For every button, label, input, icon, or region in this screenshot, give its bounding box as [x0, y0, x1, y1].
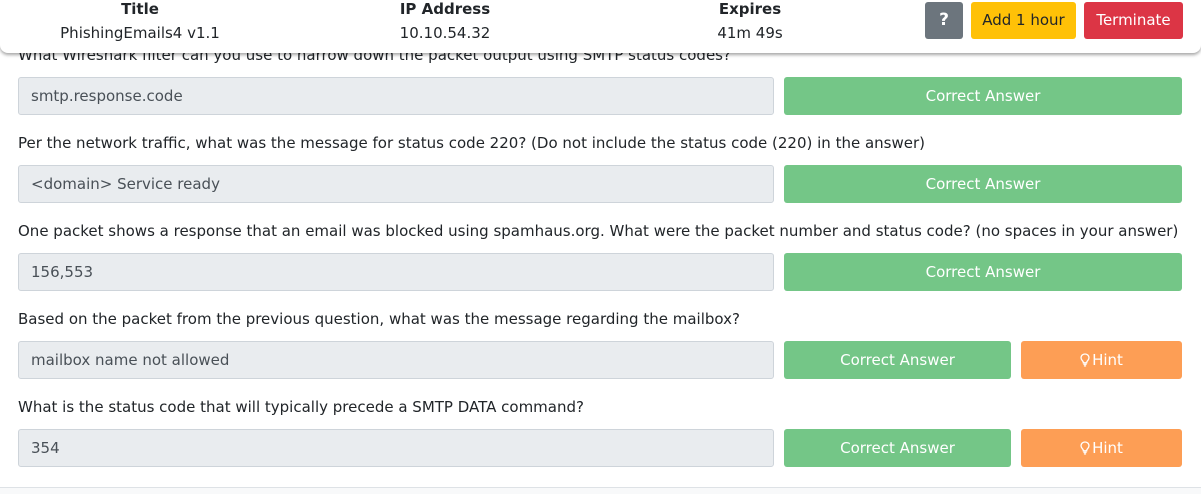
answer-field[interactable]: 354: [18, 429, 774, 467]
add-hour-button[interactable]: Add 1 hour: [971, 2, 1076, 39]
task-content: What Wireshark filter can you use to nar…: [0, 0, 1201, 494]
answer-field[interactable]: <domain> Service ready: [18, 165, 774, 203]
lightbulb-icon: [1080, 441, 1090, 455]
correct-answer-button[interactable]: Correct Answer: [784, 429, 1011, 467]
expires-heading: Expires: [718, 0, 782, 18]
correct-answer-button[interactable]: Correct Answer: [784, 165, 1182, 203]
answer-field[interactable]: 156,553: [18, 253, 774, 291]
ip-column: IP Address 10.10.54.32: [345, 0, 545, 43]
correct-answer-button[interactable]: Correct Answer: [784, 77, 1182, 115]
lightbulb-icon: [1080, 353, 1090, 367]
question-text: One packet shows a response that an emai…: [18, 222, 1179, 240]
expires-column: Expires 41m 49s: [650, 0, 850, 43]
machine-info-bar: Title PhishingEmails4 v1.1 IP Address 10…: [0, 0, 1201, 53]
footer-strip: [0, 488, 1201, 494]
hint-label: Hint: [1092, 351, 1123, 369]
question-text: What is the status code that will typica…: [18, 398, 584, 416]
expires-timer: 41m 49s: [717, 24, 783, 42]
machine-title-column: Title PhishingEmails4 v1.1: [40, 0, 240, 43]
terminate-button[interactable]: Terminate: [1084, 2, 1183, 39]
hint-label: Hint: [1092, 439, 1123, 457]
correct-answer-button[interactable]: Correct Answer: [784, 341, 1011, 379]
hint-button[interactable]: Hint: [1021, 341, 1182, 379]
ip-address: 10.10.54.32: [399, 24, 491, 42]
ip-heading: IP Address: [399, 0, 491, 18]
title-heading: Title: [121, 0, 159, 18]
hint-button[interactable]: Hint: [1021, 429, 1182, 467]
question-text: Based on the packet from the previous qu…: [18, 310, 740, 328]
correct-answer-button[interactable]: Correct Answer: [784, 253, 1182, 291]
answer-field[interactable]: mailbox name not allowed: [18, 341, 774, 379]
question-text: Per the network traffic, what was the me…: [18, 134, 925, 152]
help-button[interactable]: ?: [925, 2, 963, 39]
machine-title: PhishingEmails4 v1.1: [60, 24, 220, 42]
answer-field[interactable]: smtp.response.code: [18, 77, 774, 115]
